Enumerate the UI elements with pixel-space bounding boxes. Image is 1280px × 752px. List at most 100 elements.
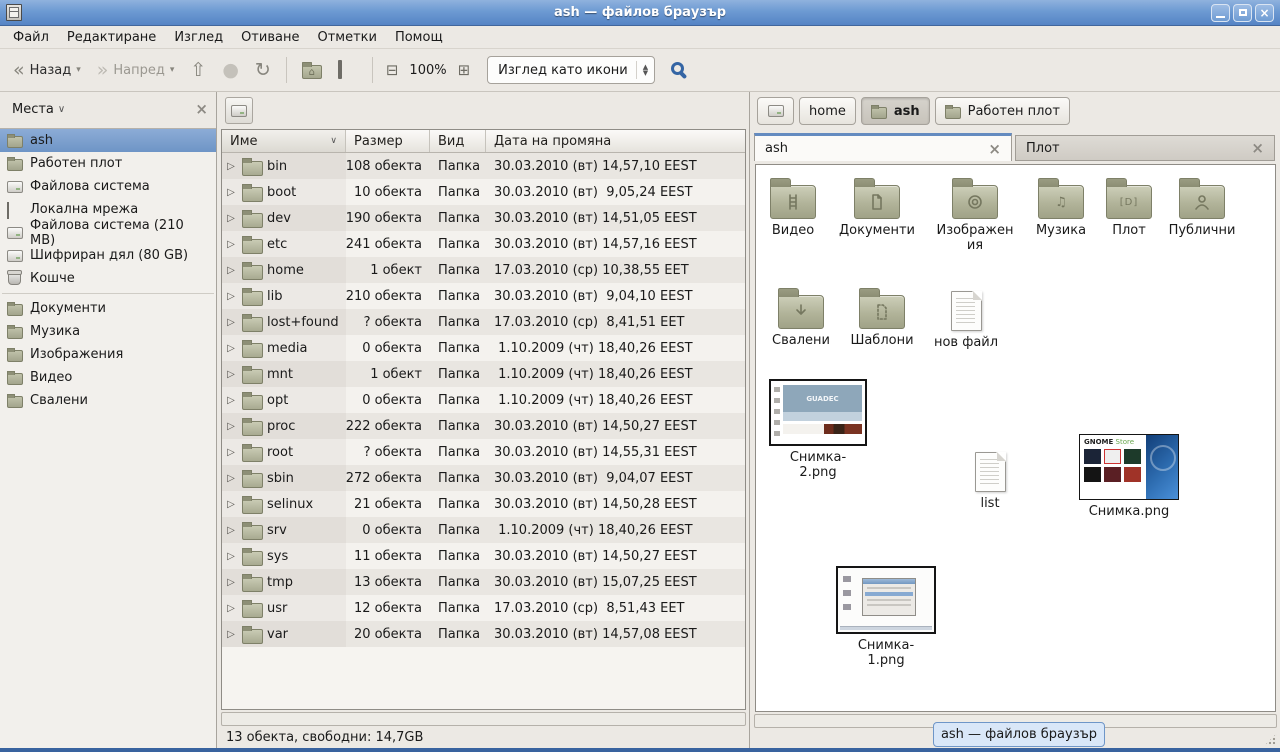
horizontal-scrollbar[interactable] [221, 712, 746, 726]
sidebar-item[interactable]: Файлова система [0, 175, 216, 198]
table-row[interactable]: ▷ tmp 13 обекта Папка 30.03.2010 (вт) 15… [222, 569, 745, 595]
expander-icon[interactable]: ▷ [224, 343, 238, 354]
table-row[interactable]: ▷ root ? обекта Папка 30.03.2010 (вт) 14… [222, 439, 745, 465]
sidebar-item[interactable]: Кошче [0, 267, 216, 290]
icon-view-item[interactable]: нов файл [906, 287, 1026, 350]
path-button[interactable]: ash [861, 97, 930, 125]
tab-close-icon[interactable]: × [1251, 139, 1264, 157]
back-button[interactable]: « Назад ▾ [6, 56, 88, 84]
tab-1[interactable]: Плот × [1015, 135, 1275, 161]
column-header-size[interactable]: Размер [346, 130, 430, 152]
path-button[interactable]: home [799, 97, 856, 125]
table-row[interactable]: ▷ opt 0 обекта Папка 1.10.2009 (чт) 18,4… [222, 387, 745, 413]
table-row[interactable]: ▷ srv 0 обекта Папка 1.10.2009 (чт) 18,4… [222, 517, 745, 543]
menu-3[interactable]: Отиване [232, 28, 308, 47]
icon-view-item[interactable]: GNOME Store Снимка.png [1069, 434, 1189, 519]
expander-icon[interactable]: ▷ [224, 447, 238, 458]
back-dropdown-icon[interactable]: ▾ [76, 65, 81, 75]
menu-0[interactable]: Файл [4, 28, 58, 47]
forward-button[interactable]: » Напред ▾ [90, 56, 182, 84]
sidebar-item[interactable]: Работен плот [0, 152, 216, 175]
expander-icon[interactable]: ▷ [224, 291, 238, 302]
stop-button[interactable]: ● [215, 56, 246, 84]
sidebar-item[interactable]: Изображения [0, 343, 216, 366]
expander-icon[interactable]: ▷ [224, 161, 238, 172]
root-drive-button[interactable] [225, 97, 253, 124]
menu-5[interactable]: Помощ [386, 28, 452, 47]
table-row[interactable]: ▷ lost+found ? обекта Папка 17.03.2010 (… [222, 309, 745, 335]
zoom-in-button[interactable]: ⊞ [453, 57, 476, 83]
expander-icon[interactable]: ▷ [224, 265, 238, 276]
sidebar-item[interactable]: Музика [0, 320, 216, 343]
expander-icon[interactable]: ▷ [224, 473, 238, 484]
expander-icon[interactable]: ▷ [224, 239, 238, 250]
tab-close-icon[interactable]: × [988, 140, 1001, 158]
expander-icon[interactable]: ▷ [224, 551, 238, 562]
sidebar-item[interactable]: Файлова система (210 MB) [0, 221, 216, 244]
reload-button[interactable]: ↻ [248, 56, 278, 84]
table-row[interactable]: ▷ usr 12 обекта Папка 17.03.2010 (ср) 8,… [222, 595, 745, 621]
sidebar-item[interactable]: Видео [0, 366, 216, 389]
tree-panel-top [218, 92, 749, 129]
sidebar-header: Места ∨ × [0, 92, 216, 126]
icon-view-item[interactable]: Публични [1142, 177, 1262, 238]
expander-icon[interactable]: ▷ [224, 499, 238, 510]
expander-icon[interactable]: ▷ [224, 629, 238, 640]
icon-view[interactable]: Видео Документи Изображения ♫ Музика [D]… [755, 164, 1276, 712]
sidebar-item[interactable]: Шифриран дял (80 GB) [0, 244, 216, 267]
computer-button[interactable] [331, 57, 364, 83]
table-row[interactable]: ▷ dev 190 обекта Папка 30.03.2010 (вт) 1… [222, 205, 745, 231]
chevron-down-icon[interactable]: ∨ [58, 104, 65, 115]
expander-icon[interactable]: ▷ [224, 369, 238, 380]
folder-icon [242, 265, 263, 280]
icon-view-item[interactable]: list [930, 448, 1050, 511]
minimize-button[interactable] [1211, 4, 1230, 22]
forward-dropdown-icon[interactable]: ▾ [170, 65, 175, 75]
table-row[interactable]: ▷ proc 222 обекта Папка 30.03.2010 (вт) … [222, 413, 745, 439]
resize-grip[interactable] [1264, 733, 1277, 746]
table-row[interactable]: ▷ selinux 21 обекта Папка 30.03.2010 (вт… [222, 491, 745, 517]
table-row[interactable]: ▷ bin 108 обекта Папка 30.03.2010 (вт) 1… [222, 153, 745, 179]
folder-icon [242, 603, 263, 618]
menu-2[interactable]: Изглед [165, 28, 232, 47]
expander-icon[interactable]: ▷ [224, 577, 238, 588]
table-row[interactable]: ▷ lib 210 обекта Папка 30.03.2010 (вт) 9… [222, 283, 745, 309]
sidebar-close-icon[interactable]: × [195, 100, 208, 118]
table-row[interactable]: ▷ var 20 обекта Папка 30.03.2010 (вт) 14… [222, 621, 745, 647]
maximize-button[interactable] [1233, 4, 1252, 22]
expander-icon[interactable]: ▷ [224, 395, 238, 406]
sidebar-item[interactable]: Документи [0, 297, 216, 320]
column-header-name[interactable]: Име ∨ [222, 130, 346, 152]
table-row[interactable]: ▷ home 1 обект Папка 17.03.2010 (ср) 10,… [222, 257, 745, 283]
table-row[interactable]: ▷ sbin 272 обекта Папка 30.03.2010 (вт) … [222, 465, 745, 491]
home-button[interactable]: ⌂ [295, 56, 329, 84]
menu-1[interactable]: Редактиране [58, 28, 165, 47]
path-button[interactable]: Работен плот [935, 97, 1070, 125]
view-mode-select[interactable]: Изглед като икони ▲▼ [487, 56, 655, 84]
path-button[interactable] [757, 97, 794, 125]
column-header-type[interactable]: Вид [430, 130, 486, 152]
menu-4[interactable]: Отметки [308, 28, 385, 47]
sidebar-title[interactable]: Места [12, 102, 54, 117]
icon-view-item[interactable]: GUADEC Снимка-2.png [758, 379, 878, 480]
table-row[interactable]: ▷ etc 241 обекта Папка 30.03.2010 (вт) 1… [222, 231, 745, 257]
expander-icon[interactable]: ▷ [224, 603, 238, 614]
search-icon[interactable] [671, 62, 684, 75]
expander-icon[interactable]: ▷ [224, 525, 238, 536]
column-header-date[interactable]: Дата на промяна [486, 130, 745, 152]
up-button[interactable]: ⇧ [183, 56, 213, 84]
table-row[interactable]: ▷ sys 11 обекта Папка 30.03.2010 (вт) 14… [222, 543, 745, 569]
expander-icon[interactable]: ▷ [224, 421, 238, 432]
table-row[interactable]: ▷ mnt 1 обект Папка 1.10.2009 (чт) 18,40… [222, 361, 745, 387]
table-row[interactable]: ▷ media 0 обекта Папка 1.10.2009 (чт) 18… [222, 335, 745, 361]
sidebar-item[interactable]: ash [0, 129, 216, 152]
expander-icon[interactable]: ▷ [224, 187, 238, 198]
expander-icon[interactable]: ▷ [224, 213, 238, 224]
close-button[interactable]: × [1255, 4, 1274, 22]
sidebar-item[interactable]: Свалени [0, 389, 216, 412]
icon-view-item[interactable]: Снимка-1.png [826, 566, 946, 668]
tab-0[interactable]: ash × [754, 133, 1012, 161]
table-row[interactable]: ▷ boot 10 обекта Папка 30.03.2010 (вт) 9… [222, 179, 745, 205]
zoom-out-button[interactable]: ⊟ [381, 57, 404, 83]
expander-icon[interactable]: ▷ [224, 317, 238, 328]
